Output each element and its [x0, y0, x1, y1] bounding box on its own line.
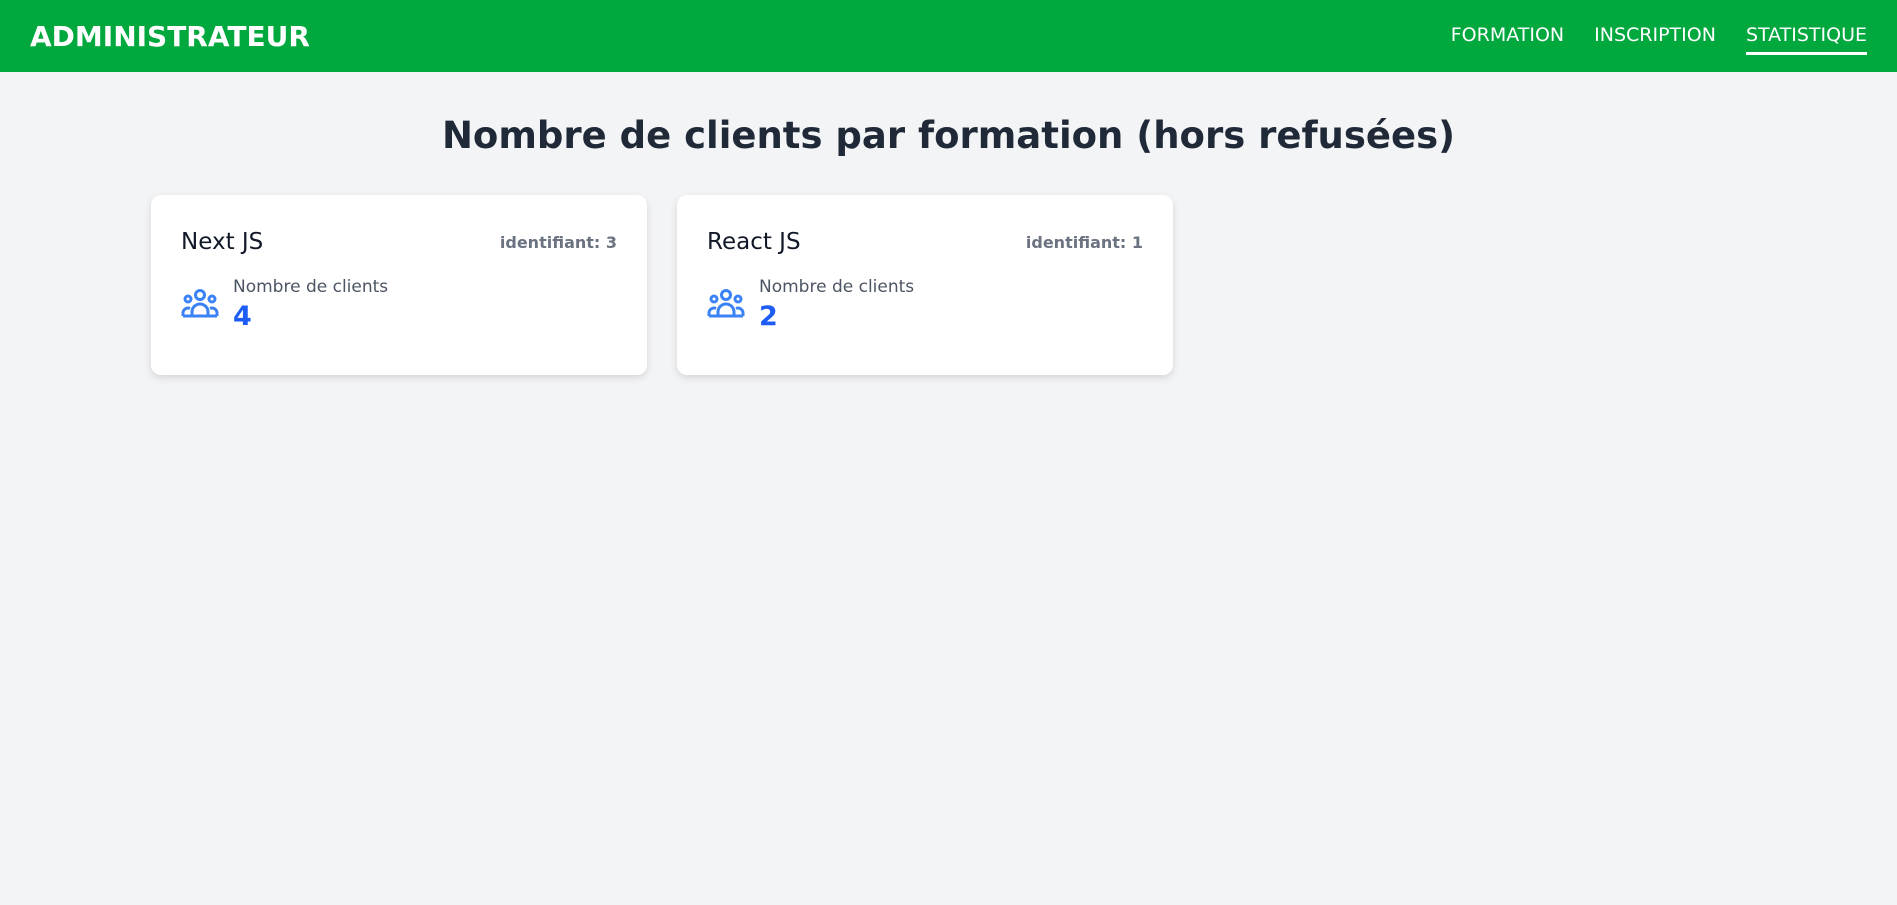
card-identifier: identifiant: 3 — [499, 232, 617, 252]
card-title: Next JS — [181, 229, 264, 255]
card-identifier: identifiant: 1 — [1025, 232, 1143, 252]
formation-card: Next JS identifiant: 3 Nombre de clients… — [151, 195, 647, 375]
nav-link-statistique[interactable]: STATISTIQUE — [1745, 18, 1867, 55]
users-group-icon — [181, 287, 219, 323]
client-count: 2 — [759, 301, 778, 332]
nav-links: FORMATION INSCRIPTION STATISTIQUE — [1451, 18, 1867, 55]
formation-card: React JS identifiant: 1 Nombre de client… — [677, 195, 1173, 375]
users-group-icon — [707, 287, 745, 323]
client-count: 4 — [233, 301, 252, 332]
cards-grid: Next JS identifiant: 3 Nombre de clients… — [151, 195, 1897, 375]
card-title: React JS — [707, 229, 801, 255]
nav-link-inscription[interactable]: INSCRIPTION — [1594, 18, 1716, 55]
navbar: ADMINISTRATEUR FORMATION INSCRIPTION STA… — [0, 0, 1897, 72]
page-title: Nombre de clients par formation (hors re… — [441, 114, 1456, 157]
count-label: Nombre de clients — [759, 277, 915, 297]
brand: ADMINISTRATEUR — [30, 19, 310, 53]
nav-link-formation[interactable]: FORMATION — [1451, 18, 1564, 55]
count-label: Nombre de clients — [233, 277, 389, 297]
